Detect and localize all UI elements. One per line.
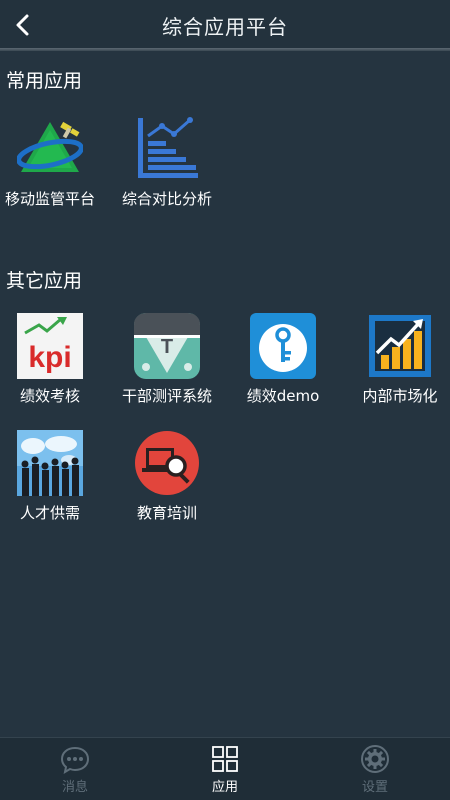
chevron-left-icon xyxy=(16,14,29,36)
growth-chart-icon xyxy=(369,315,431,377)
app-label: 教育培训 xyxy=(136,504,197,522)
training-search-icon xyxy=(135,431,199,495)
common-apps-heading: 常用应用 xyxy=(6,70,83,92)
app-talent-demand[interactable]: 人才供需 xyxy=(0,430,106,523)
grid-icon xyxy=(212,745,238,772)
tab-apps[interactable]: 应用 xyxy=(150,738,300,800)
tab-label: 应用 xyxy=(211,779,238,795)
app-label: 综合对比分析 xyxy=(121,190,212,208)
app-mobile-supervision[interactable]: 移动监管平台 xyxy=(0,116,106,209)
back-button[interactable] xyxy=(8,10,36,40)
tab-label: 设置 xyxy=(361,779,388,795)
talent-world-map-icon xyxy=(17,430,83,496)
app-performance-demo[interactable]: 绩效demo xyxy=(227,313,339,406)
app-label: 绩效考核 xyxy=(19,387,80,405)
kpi-icon: kpi xyxy=(17,313,83,379)
tab-settings[interactable]: 设置 xyxy=(300,738,450,800)
app-label: 内部市场化 xyxy=(362,387,438,405)
app-internal-market[interactable]: 内部市场化 xyxy=(344,313,450,406)
comparison-analysis-icon xyxy=(138,117,198,178)
app-kpi[interactable]: kpi 绩效考核 xyxy=(0,313,106,406)
key-icon xyxy=(250,313,316,379)
app-label: 干部测评系统 xyxy=(121,387,212,405)
mobile-supervision-icon xyxy=(17,121,83,172)
tab-messages[interactable]: 消息 xyxy=(0,738,150,800)
settings-gear-icon xyxy=(361,744,389,773)
svg-text:T: T xyxy=(161,336,173,358)
svg-text:kpi: kpi xyxy=(28,341,71,374)
app-label: 绩效demo xyxy=(246,387,320,405)
app-comparison-analysis[interactable]: 综合对比分析 xyxy=(111,116,223,209)
app-education-training[interactable]: 教育培训 xyxy=(111,430,223,523)
page-title: 综合应用平台 xyxy=(162,14,288,39)
cadre-evaluation-icon: T xyxy=(134,313,200,379)
app-label: 人才供需 xyxy=(19,504,80,522)
tab-label: 消息 xyxy=(61,779,88,795)
bottom-tab-bar: 消息 应用 设置 xyxy=(0,737,450,800)
header-divider xyxy=(0,48,450,51)
chat-bubble-icon xyxy=(60,746,90,774)
app-cadre-evaluation[interactable]: T 干部测评系统 xyxy=(111,313,223,406)
other-apps-heading: 其它应用 xyxy=(6,270,83,292)
top-bar: 综合应用平台 xyxy=(0,0,450,50)
app-label: 移动监管平台 xyxy=(4,190,95,208)
